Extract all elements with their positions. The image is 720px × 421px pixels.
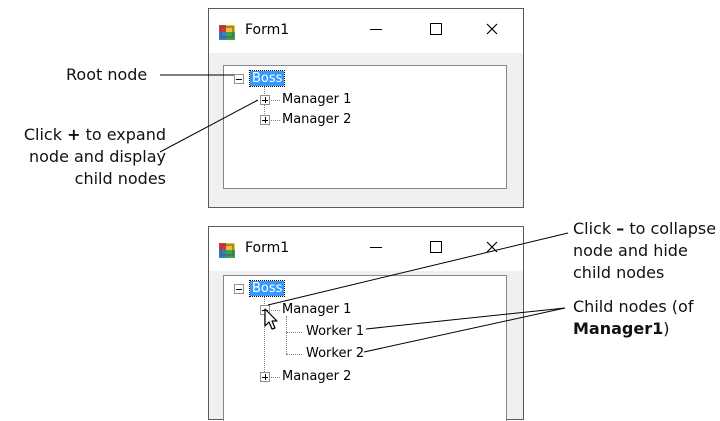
leader-child-worker-2	[363, 307, 566, 353]
leader-collapse	[267, 232, 569, 306]
leader-child-worker-1	[365, 307, 566, 330]
callout-leader-lines	[159, 74, 569, 353]
leader-expand	[159, 99, 259, 153]
